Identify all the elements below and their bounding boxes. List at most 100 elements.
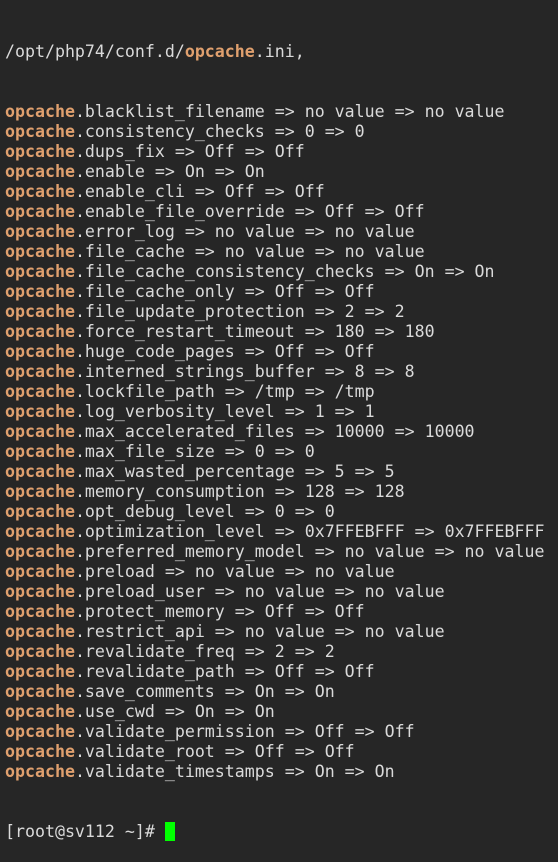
- setting-prefix: opcache: [5, 362, 75, 381]
- setting-line: opcache.memory_consumption => 128 => 128: [5, 482, 544, 502]
- setting-line: opcache.validate_permission => Off => Of…: [5, 722, 544, 742]
- setting-text: .consistency_checks => 0 => 0: [74, 122, 365, 141]
- setting-text: .preferred_memory_model => no value => n…: [74, 542, 545, 561]
- setting-prefix: opcache: [5, 182, 75, 201]
- setting-text: .revalidate_freq => 2 => 2: [74, 642, 335, 661]
- setting-text: .log_verbosity_level => 1 => 1: [74, 402, 375, 421]
- setting-prefix: opcache: [5, 202, 75, 221]
- setting-prefix: opcache: [5, 542, 75, 561]
- setting-line: opcache.enable_cli => Off => Off: [5, 182, 544, 202]
- setting-text: .protect_memory => Off => Off: [74, 602, 365, 621]
- setting-prefix: opcache: [5, 302, 75, 321]
- setting-line: opcache.revalidate_freq => 2 => 2: [5, 642, 544, 662]
- setting-line: opcache.max_file_size => 0 => 0: [5, 442, 544, 462]
- setting-line: opcache.error_log => no value => no valu…: [5, 222, 544, 242]
- setting-line: opcache.interned_strings_buffer => 8 => …: [5, 362, 544, 382]
- setting-prefix: opcache: [5, 402, 75, 421]
- setting-prefix: opcache: [5, 722, 75, 741]
- setting-prefix: opcache: [5, 742, 75, 761]
- setting-prefix: opcache: [5, 562, 75, 581]
- setting-text: .save_comments => On => On: [74, 682, 335, 701]
- setting-prefix: opcache: [5, 502, 75, 521]
- setting-text: .opt_debug_level => 0 => 0: [74, 502, 335, 521]
- setting-prefix: opcache: [5, 702, 75, 721]
- setting-text: .file_update_protection => 2 => 2: [74, 302, 405, 321]
- setting-prefix: opcache: [5, 622, 75, 641]
- setting-text: .blacklist_filename => no value => no va…: [74, 102, 505, 121]
- setting-line: opcache.file_cache_consistency_checks =>…: [5, 262, 544, 282]
- setting-line: opcache.enable => On => On: [5, 162, 544, 182]
- setting-text: .enable => On => On: [74, 162, 265, 181]
- shell-prompt: [root@sv112 ~]#: [5, 822, 165, 841]
- setting-line: opcache.validate_timestamps => On => On: [5, 762, 544, 782]
- setting-prefix: opcache: [5, 262, 75, 281]
- setting-text: .preload => no value => no value: [74, 562, 395, 581]
- setting-line: opcache.file_update_protection => 2 => 2: [5, 302, 544, 322]
- setting-line: opcache.use_cwd => On => On: [5, 702, 544, 722]
- setting-text: .validate_permission => Off => Off: [74, 722, 415, 741]
- setting-line: opcache.force_restart_timeout => 180 => …: [5, 322, 544, 342]
- setting-line: opcache.blacklist_filename => no value =…: [5, 102, 544, 122]
- setting-text: .use_cwd => On => On: [74, 702, 275, 721]
- setting-text: .max_accelerated_files => 10000 => 10000: [74, 422, 475, 441]
- setting-prefix: opcache: [5, 462, 75, 481]
- setting-text: .restrict_api => no value => no value: [74, 622, 445, 641]
- ini-file-path: /opt/php74/conf.d/opcache.ini,: [5, 42, 305, 61]
- setting-text: .lockfile_path => /tmp => /tmp: [74, 382, 375, 401]
- setting-prefix: opcache: [5, 242, 75, 261]
- setting-line: opcache.huge_code_pages => Off => Off: [5, 342, 544, 362]
- setting-text: .enable_file_override => Off => Off: [74, 202, 425, 221]
- setting-line: opcache.validate_root => Off => Off: [5, 742, 544, 762]
- setting-line: opcache.dups_fix => Off => Off: [5, 142, 544, 162]
- setting-line: opcache.protect_memory => Off => Off: [5, 602, 544, 622]
- setting-line: opcache.log_verbosity_level => 1 => 1: [5, 402, 544, 422]
- setting-text: .max_file_size => 0 => 0: [74, 442, 315, 461]
- setting-line: opcache.preload_user => no value => no v…: [5, 582, 544, 602]
- setting-text: .validate_root => Off => Off: [74, 742, 355, 761]
- setting-text: .file_cache => no value => no value: [74, 242, 425, 261]
- setting-prefix: opcache: [5, 102, 75, 121]
- setting-text: .revalidate_path => Off => Off: [74, 662, 375, 681]
- setting-prefix: opcache: [5, 122, 75, 141]
- setting-line: opcache.optimization_level => 0x7FFEBFFF…: [5, 522, 544, 542]
- setting-line: opcache.enable_file_override => Off => O…: [5, 202, 544, 222]
- setting-prefix: opcache: [5, 322, 75, 341]
- setting-prefix: opcache: [5, 382, 75, 401]
- setting-text: .force_restart_timeout => 180 => 180: [74, 322, 435, 341]
- terminal-output[interactable]: /opt/php74/conf.d/opcache.ini, opcache.b…: [5, 2, 544, 862]
- setting-prefix: opcache: [5, 762, 75, 781]
- cursor: [164, 822, 175, 841]
- setting-text: .dups_fix => Off => Off: [74, 142, 305, 161]
- setting-text: .error_log => no value => no value: [74, 222, 415, 241]
- setting-prefix: opcache: [5, 162, 75, 181]
- setting-prefix: opcache: [5, 602, 75, 621]
- setting-prefix: opcache: [5, 482, 75, 501]
- setting-line: opcache.max_accelerated_files => 10000 =…: [5, 422, 544, 442]
- setting-text: .max_wasted_percentage => 5 => 5: [74, 462, 395, 481]
- setting-line: opcache.revalidate_path => Off => Off: [5, 662, 544, 682]
- settings-list: opcache.blacklist_filename => no value =…: [5, 102, 544, 782]
- setting-line: opcache.save_comments => On => On: [5, 682, 544, 702]
- setting-prefix: opcache: [5, 682, 75, 701]
- setting-line: opcache.lockfile_path => /tmp => /tmp: [5, 382, 544, 402]
- setting-text: .file_cache_only => Off => Off: [74, 282, 375, 301]
- shell-prompt-line[interactable]: [root@sv112 ~]#: [5, 822, 544, 842]
- setting-prefix: opcache: [5, 142, 75, 161]
- setting-text: .optimization_level => 0x7FFEBFFF => 0x7…: [74, 522, 545, 541]
- setting-line: opcache.preferred_memory_model => no val…: [5, 542, 544, 562]
- setting-prefix: opcache: [5, 282, 75, 301]
- setting-prefix: opcache: [5, 442, 75, 461]
- setting-prefix: opcache: [5, 422, 75, 441]
- setting-text: .validate_timestamps => On => On: [74, 762, 395, 781]
- setting-prefix: opcache: [5, 582, 75, 601]
- setting-prefix: opcache: [5, 222, 75, 241]
- setting-line: opcache.file_cache_only => Off => Off: [5, 282, 544, 302]
- setting-line: opcache.restrict_api => no value => no v…: [5, 622, 544, 642]
- setting-text: .preload_user => no value => no value: [74, 582, 445, 601]
- setting-text: .file_cache_consistency_checks => On => …: [74, 262, 495, 281]
- setting-line: opcache.file_cache => no value => no val…: [5, 242, 544, 262]
- setting-line: opcache.preload => no value => no value: [5, 562, 544, 582]
- setting-prefix: opcache: [5, 662, 75, 681]
- setting-line: opcache.opt_debug_level => 0 => 0: [5, 502, 544, 522]
- setting-prefix: opcache: [5, 642, 75, 661]
